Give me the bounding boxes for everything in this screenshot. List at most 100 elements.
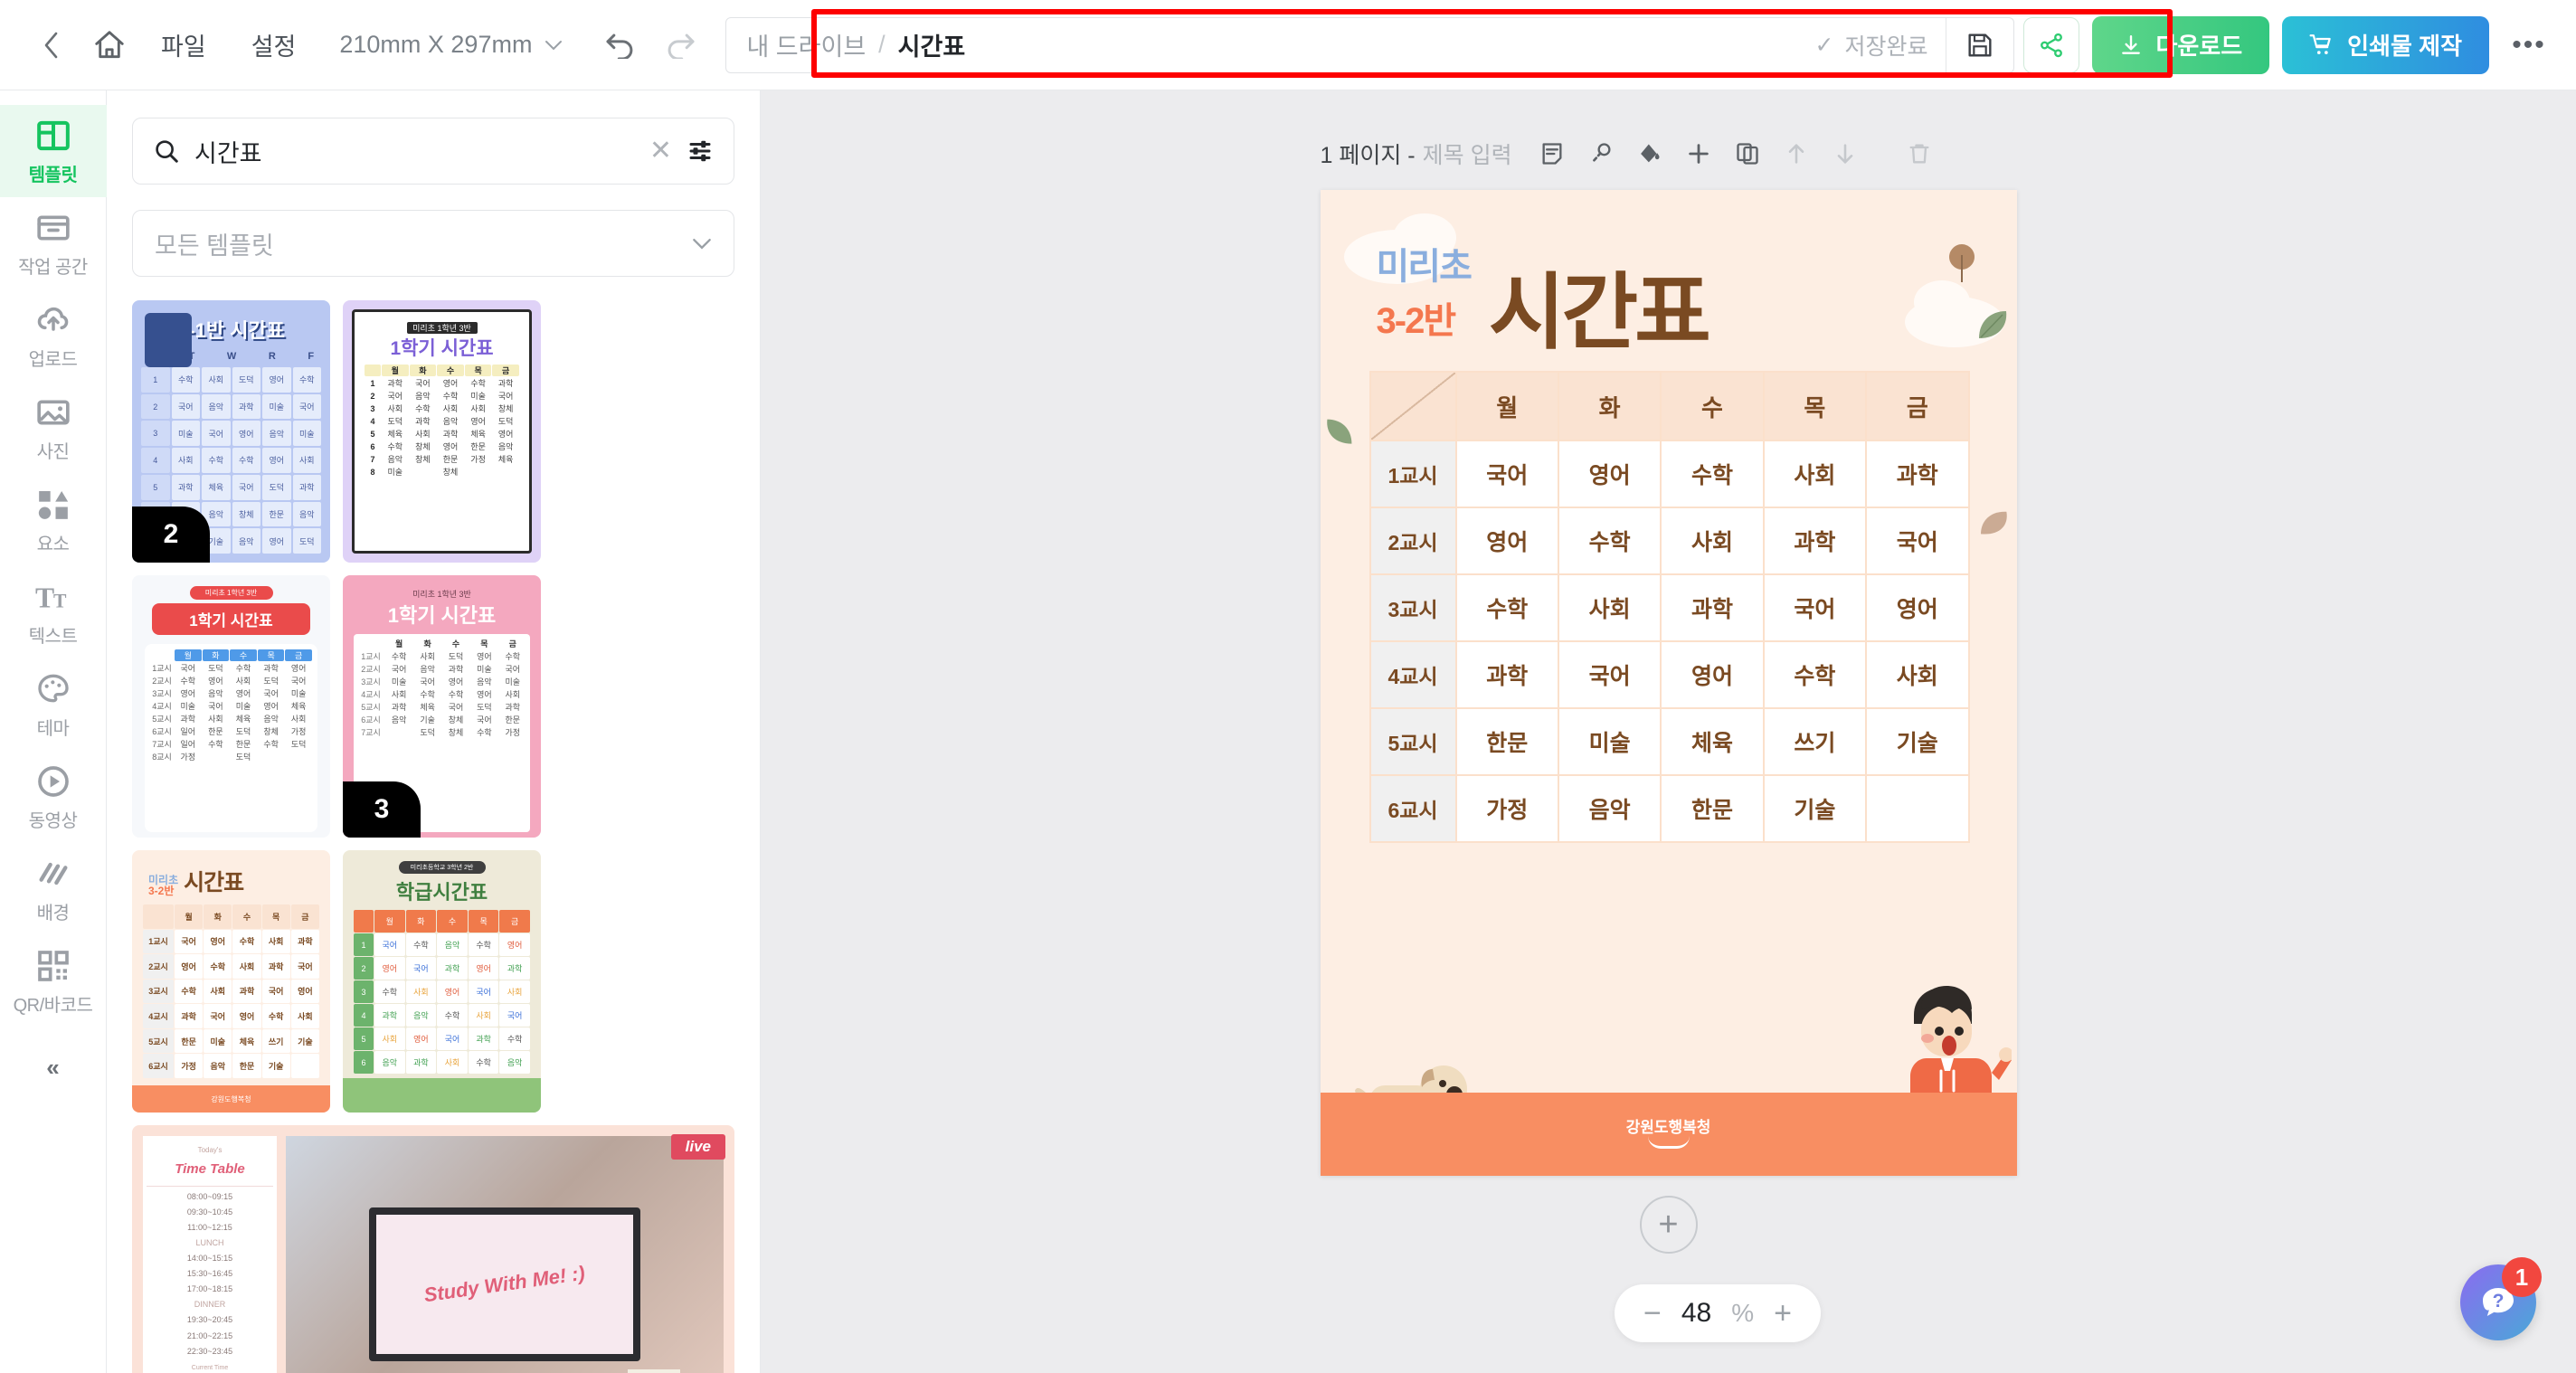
svg-text:T: T	[53, 591, 67, 612]
timetable-cell[interactable]	[1865, 774, 1970, 843]
timetable-cell[interactable]: 사회	[1660, 507, 1765, 575]
print-order-button[interactable]: 인쇄물 제작	[2282, 15, 2489, 74]
timetable-day-header: 화	[1557, 371, 1662, 441]
timetable-cell[interactable]: 영어	[1557, 440, 1662, 508]
document-size-selector[interactable]: 210mm X 297mm	[321, 22, 575, 68]
sidebar-item-qrcode[interactable]: QR/바코드	[0, 935, 107, 1027]
timetable-cell[interactable]: 국어	[1557, 640, 1662, 709]
share-button[interactable]	[2023, 16, 2080, 73]
sidebar-label: 작업 공간	[18, 258, 88, 278]
sidebar-item-workspace[interactable]: 작업 공간	[0, 197, 107, 289]
more-options-button[interactable]: •••	[2502, 16, 2556, 74]
save-button[interactable]	[1946, 18, 2013, 72]
move-page-down-button[interactable]	[1822, 130, 1869, 177]
template-card[interactable]: 미리초 1학년 3반 1학기 시간표 월화수목금 1교시 국어 도덕 수학 과학 영어 2…	[132, 575, 330, 838]
collapse-sidebar-button[interactable]: «	[0, 1040, 107, 1094]
delete-page-button[interactable]	[1896, 130, 1943, 177]
help-badge: 1	[2502, 1257, 2542, 1297]
help-button[interactable]: ? 1	[2460, 1257, 2542, 1340]
sidebar-label: 테마	[36, 719, 70, 739]
timetable-cell[interactable]: 기술	[1762, 774, 1868, 843]
template-card[interactable]: 미리초 3-2반 시간표 월화수목금 1교시 국어 영어 수학 사회 과학 2교시 영어 수학…	[132, 850, 330, 1113]
timetable-cell[interactable]: 과학	[1865, 440, 1970, 508]
sidebar-item-photos[interactable]: 사진	[0, 382, 107, 474]
timetable-cell[interactable]: 수학	[1454, 573, 1559, 642]
filter-button[interactable]	[687, 137, 714, 165]
timetable-cell[interactable]: 기술	[1865, 707, 1970, 776]
timetable-cell[interactable]: 사회	[1865, 640, 1970, 709]
magic-wand-button[interactable]	[1577, 130, 1624, 177]
home-button[interactable]	[83, 19, 136, 71]
sidebar-item-templates[interactable]: 템플릿	[0, 105, 107, 197]
hatch-pattern-icon	[39, 862, 68, 885]
clear-search-icon[interactable]: ✕	[649, 137, 672, 165]
timetable-cell[interactable]: 수학	[1660, 440, 1765, 508]
timetable-cell[interactable]: 과학	[1762, 507, 1868, 575]
zoom-value[interactable]: 48	[1681, 1298, 1711, 1329]
timetable-cell[interactable]: 수학	[1557, 507, 1662, 575]
timetable-cell[interactable]: 영어	[1865, 573, 1970, 642]
table-row: 2교시 영어 수학 사회 과학 국어	[1368, 507, 1970, 575]
timetable-cell[interactable]: 영어	[1660, 640, 1765, 709]
design-title-group[interactable]: 미리초 3-2반 시간표	[1377, 237, 1711, 355]
timetable-cell[interactable]: 영어	[1454, 507, 1559, 575]
document-name[interactable]: 시간표	[898, 27, 966, 62]
sidebar-item-text[interactable]: TT 텍스트	[0, 566, 107, 658]
download-button[interactable]: 다운로드	[2092, 15, 2270, 74]
sidebar-label: 사진	[36, 442, 70, 462]
template-card[interactable]: Today's Time Table 08:00~09:15 09:30~10:4…	[132, 1125, 734, 1373]
sidebar-item-upload[interactable]: 업로드	[0, 289, 107, 382]
template-card[interactable]: 미리초등학교 3학년 2반 학급시간표 월화수목금 1 국어 수학 음악 수학 영어 2영…	[343, 850, 541, 1113]
timetable-cell[interactable]: 과학	[1454, 640, 1559, 709]
add-page-button[interactable]: +	[1639, 1196, 1698, 1254]
timetable-cell[interactable]: 가정	[1454, 774, 1559, 843]
search-box[interactable]: ✕	[132, 118, 734, 185]
timetable-cell[interactable]: 수학	[1762, 640, 1868, 709]
timetable-cell[interactable]: 한문	[1660, 774, 1765, 843]
left-rail: 템플릿 작업 공간 업로드 사진 요소 TT 텍스트 테마 동영상 배경 QR/…	[0, 90, 107, 1373]
menu-file[interactable]: 파일	[141, 18, 226, 71]
breadcrumb-root[interactable]: 내 드라이브	[726, 27, 866, 62]
design-page[interactable]: 미리초 3-2반 시간표 월 화 수 목 금 1교시 국어 영어 수학 사회 과…	[1320, 190, 2017, 1176]
shopping-cart-icon	[2309, 33, 2331, 54]
page-title-input[interactable]: 제목 입력	[1423, 137, 1512, 170]
timetable-cell[interactable]: 국어	[1865, 507, 1970, 575]
timetable[interactable]: 월 화 수 목 금 1교시 국어 영어 수학 사회 과학 2교시 영어 수학 사…	[1368, 371, 1970, 843]
category-select[interactable]: 모든 템플릿	[132, 210, 734, 277]
timetable-cell[interactable]: 사회	[1557, 573, 1662, 642]
timetable-cell[interactable]: 국어	[1762, 573, 1868, 642]
chevron-down-icon	[693, 238, 711, 250]
page-tools	[1529, 130, 1943, 177]
undo-button[interactable]	[595, 19, 648, 71]
sidebar-item-elements[interactable]: 요소	[0, 474, 107, 566]
move-page-up-button[interactable]	[1773, 130, 1820, 177]
menu-settings[interactable]: 설정	[232, 18, 317, 71]
template-preview: 미리초 3-2반 시간표 월화수목금 1교시 국어 영어 수학 사회 과학 2교시 영어 수학…	[132, 850, 330, 1113]
document-title-bar[interactable]: 내 드라이브 / 시간표 ✓ 저장완료	[725, 16, 2015, 73]
redo-button[interactable]	[653, 19, 706, 71]
sidebar-item-background[interactable]: 배경	[0, 843, 107, 935]
sidebar-item-theme[interactable]: 테마	[0, 658, 107, 751]
timetable-cell[interactable]: 미술	[1557, 707, 1662, 776]
qr-code-icon	[37, 951, 69, 981]
back-button[interactable]	[25, 19, 78, 71]
timetable-cell[interactable]: 음악	[1557, 774, 1662, 843]
sidebar-item-video[interactable]: 동영상	[0, 751, 107, 843]
zoom-control: − 48 % +	[1615, 1284, 1821, 1342]
page-note-button[interactable]	[1529, 130, 1576, 177]
zoom-in-button[interactable]: +	[1774, 1298, 1792, 1329]
paint-bucket-button[interactable]	[1626, 130, 1673, 177]
template-card[interactable]: 미리초 1학년 3반 1학기 시간표 월화수목금 1교시 수학 사회 도덕 영어 수학 2…	[343, 575, 541, 838]
template-card[interactable]: 1-1반 시간표 MTWRF 1수학사회도덕영어수학 2국어음악과학미술국어 3…	[132, 300, 330, 563]
timetable-cell[interactable]: 체육	[1660, 707, 1765, 776]
search-input[interactable]	[194, 137, 635, 166]
timetable-cell[interactable]: 과학	[1660, 573, 1765, 642]
template-card[interactable]: 미리초 1학년 3반 1학기 시간표 월화수목금 1 과학 국어 영어 수학 과학 2 국어…	[343, 300, 541, 563]
timetable-cell[interactable]: 국어	[1454, 440, 1559, 508]
zoom-out-button[interactable]: −	[1643, 1298, 1662, 1329]
timetable-cell[interactable]: 쓰기	[1762, 707, 1868, 776]
duplicate-page-button[interactable]	[1724, 130, 1771, 177]
timetable-cell[interactable]: 한문	[1454, 707, 1559, 776]
add-element-button[interactable]	[1675, 130, 1722, 177]
timetable-cell[interactable]: 사회	[1762, 440, 1868, 508]
